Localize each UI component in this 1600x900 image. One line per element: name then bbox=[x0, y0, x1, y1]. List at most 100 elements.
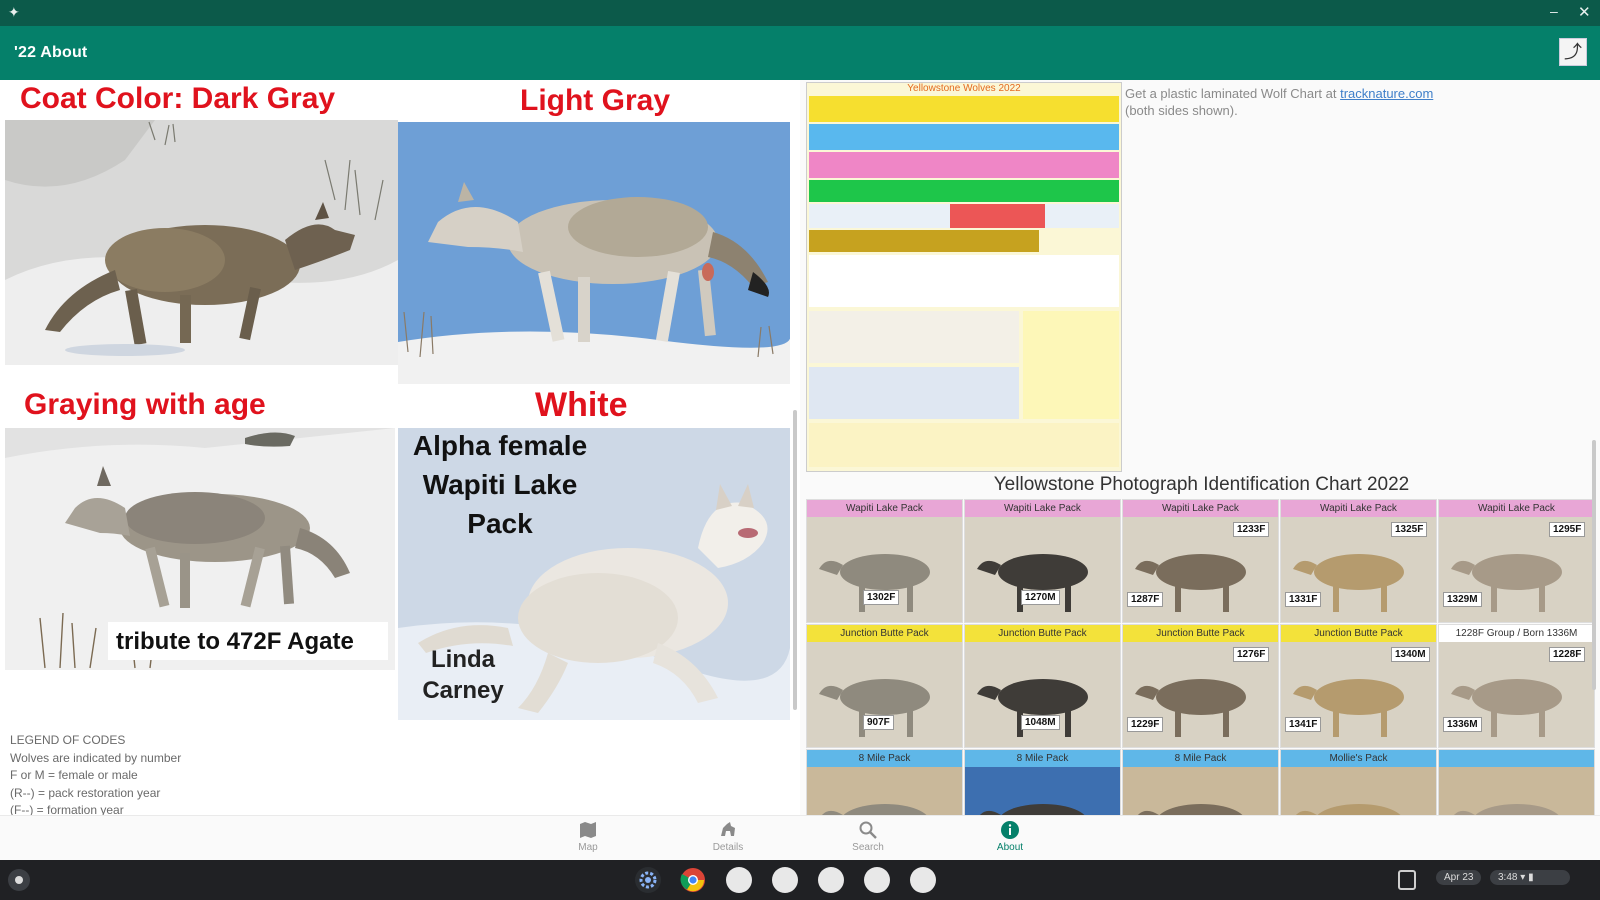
id-cell-pack-label: 8 Mile Pack bbox=[1123, 750, 1278, 767]
back-arrow-icon[interactable]: ✦ bbox=[8, 4, 20, 21]
os-taskbar: Apr 23 3:48 ▾ ▮ bbox=[0, 860, 1600, 900]
id-cell-pack-label: 8 Mile Pack bbox=[965, 750, 1120, 767]
nav-map[interactable]: Map bbox=[558, 820, 618, 853]
id-cell-wolf-photo bbox=[807, 767, 962, 815]
id-chart-cell: 1228F Group / Born 1336M 1228F 1336M bbox=[1438, 624, 1595, 748]
dark-gray-wolf-photo bbox=[5, 120, 398, 365]
wolf-id-tag: 1302F bbox=[863, 590, 900, 605]
light-gray-wolf-photo bbox=[398, 122, 790, 384]
wolf-id-tag: 1336M bbox=[1443, 717, 1482, 732]
id-cell-wolf-photo bbox=[1123, 767, 1278, 815]
id-cell-wolf-photo bbox=[807, 642, 962, 747]
right-scrollbar[interactable] bbox=[1592, 440, 1596, 690]
map-icon bbox=[578, 820, 598, 840]
id-cell-pack-label bbox=[1439, 750, 1594, 767]
note-text: Get a plastic laminated Wolf Chart at bbox=[1125, 86, 1341, 101]
id-chart-cell: Junction Butte Pack 1048M bbox=[964, 624, 1121, 748]
id-cell-wolf-photo bbox=[965, 767, 1120, 815]
info-icon bbox=[1000, 820, 1020, 840]
id-chart-cell: Mollie's Pack bbox=[1280, 749, 1437, 815]
wolf-id-tag: 1276F bbox=[1233, 647, 1270, 662]
chart-thumbnail-title: Yellowstone Wolves 2022 bbox=[907, 83, 1021, 94]
id-chart-cell: Wapiti Lake Pack 1295F 1329M bbox=[1438, 499, 1595, 623]
id-chart-title: Yellowstone Photograph Identification Ch… bbox=[993, 474, 1410, 495]
chart-band-yellow bbox=[809, 96, 1119, 122]
nav-about-label: About bbox=[996, 842, 1024, 853]
app-title: '22 About bbox=[14, 44, 88, 61]
date-display[interactable]: Apr 23 bbox=[1436, 870, 1482, 885]
id-cell-pack-label: Wapiti Lake Pack bbox=[1123, 500, 1278, 517]
heading-dark-gray: Coat Color: Dark Gray bbox=[20, 82, 336, 115]
nav-search-label: Search bbox=[852, 842, 884, 853]
status-tray[interactable]: 3:48 ▾ ▮ bbox=[1490, 870, 1570, 885]
note-text-2: (both sides shown). bbox=[1125, 103, 1238, 118]
id-chart-cell: 8 Mile Pack bbox=[964, 749, 1121, 815]
chrome-icon[interactable] bbox=[680, 867, 706, 893]
id-cell-pack-label: Junction Butte Pack bbox=[807, 625, 962, 642]
nav-details[interactable]: Details bbox=[698, 820, 758, 853]
nav-search[interactable]: Search bbox=[838, 820, 898, 853]
wolf-id-tag: 907F bbox=[863, 715, 894, 730]
id-chart-cell: Wapiti Lake Pack 1233F 1287F bbox=[1122, 499, 1279, 623]
id-chart-cell: Wapiti Lake Pack 1302F bbox=[806, 499, 963, 623]
id-cell-pack-label: Wapiti Lake Pack bbox=[1281, 500, 1436, 517]
legend-line: (R--) = pack restoration year bbox=[10, 785, 161, 800]
app-icon[interactable] bbox=[818, 867, 844, 893]
wolf-chart-panel: Yellowstone Wolves 2022 Get a plastic la… bbox=[803, 80, 1600, 815]
wifi-icon: ▾ bbox=[1520, 872, 1526, 883]
bottom-navigation: Map Details Search About bbox=[0, 815, 1600, 860]
wolf-icon bbox=[718, 820, 738, 840]
id-chart-cell: Wapiti Lake Pack 1325F 1331F bbox=[1280, 499, 1437, 623]
id-chart-cell bbox=[1438, 749, 1595, 815]
wolf-id-tag: 1270M bbox=[1021, 590, 1060, 605]
wolf-id-tag: 1233F bbox=[1233, 522, 1270, 537]
id-cell-wolf-photo bbox=[1439, 767, 1594, 815]
launcher-icon[interactable] bbox=[8, 869, 30, 891]
id-cell-pack-label: Mollie's Pack bbox=[1281, 750, 1436, 767]
app-icon[interactable] bbox=[772, 867, 798, 893]
id-cell-pack-label: Junction Butte Pack bbox=[965, 625, 1120, 642]
id-chart-cell: Junction Butte Pack 1340M 1341F bbox=[1280, 624, 1437, 748]
id-cell-pack-label: Wapiti Lake Pack bbox=[1439, 500, 1594, 517]
nav-details-label: Details bbox=[712, 842, 744, 853]
id-cell-pack-label: Wapiti Lake Pack bbox=[965, 500, 1120, 517]
tracknature-link[interactable]: tracknature.com bbox=[1340, 86, 1433, 101]
heading-white: White bbox=[535, 386, 628, 424]
app-icon[interactable] bbox=[864, 867, 890, 893]
id-cell-wolf-photo bbox=[807, 517, 962, 622]
chart-footer bbox=[809, 423, 1119, 467]
id-cell-pack-label: Wapiti Lake Pack bbox=[807, 500, 962, 517]
files-icon[interactable] bbox=[726, 867, 752, 893]
settings-icon[interactable] bbox=[635, 867, 661, 893]
id-chart-cell: 8 Mile Pack bbox=[806, 749, 963, 815]
wolf-chart-thumbnail[interactable]: Yellowstone Wolves 2022 bbox=[806, 82, 1122, 472]
id-chart-cell: Junction Butte Pack 1276F 1229F bbox=[1122, 624, 1279, 748]
nav-about[interactable]: About bbox=[980, 820, 1040, 853]
app-icon[interactable] bbox=[910, 867, 936, 893]
legend-line: Wolves are indicated by number bbox=[10, 750, 182, 765]
alpha-female-caption: Alpha female Wapiti Lake Pack bbox=[412, 430, 588, 539]
chart-band-red bbox=[950, 204, 1045, 228]
id-chart-cell: 8 Mile Pack bbox=[1122, 749, 1279, 815]
heading-light-gray: Light Gray bbox=[520, 84, 671, 117]
wolf-id-tag: 1325F bbox=[1391, 522, 1428, 537]
id-cell-pack-label: 1228F Group / Born 1336M bbox=[1439, 625, 1594, 642]
chart-purchase-note: Get a plastic laminated Wolf Chart at tr… bbox=[1125, 85, 1565, 119]
id-cell-pack-label: Junction Butte Pack bbox=[1281, 625, 1436, 642]
open-in-new-icon[interactable]: ⤴ bbox=[1559, 38, 1587, 66]
id-chart-cell: Wapiti Lake Pack 1270M bbox=[964, 499, 1121, 623]
wolf-id-tag: 1331F bbox=[1285, 592, 1322, 607]
id-cell-wolf-photo bbox=[1281, 767, 1436, 815]
window-title-bar: ✦ – ✕ bbox=[0, 0, 1600, 26]
chart-photos-row-2 bbox=[809, 367, 1019, 419]
close-icon[interactable]: ✕ bbox=[1578, 3, 1591, 21]
legend-of-codes: LEGEND OF CODES Wolves are indicated by … bbox=[10, 732, 370, 820]
minimize-icon[interactable]: – bbox=[1550, 3, 1558, 19]
id-chart-cell: Junction Butte Pack 907F bbox=[806, 624, 963, 748]
left-scrollbar[interactable] bbox=[793, 410, 797, 710]
time-display: 3:48 bbox=[1498, 872, 1518, 883]
phone-hub-icon[interactable] bbox=[1398, 870, 1416, 890]
coat-color-panel: Coat Color: Dark Gray Light Gray Graying… bbox=[0, 80, 800, 815]
wolf-id-tag: 1341F bbox=[1285, 717, 1322, 732]
wolf-id-tag: 1329M bbox=[1443, 592, 1482, 607]
